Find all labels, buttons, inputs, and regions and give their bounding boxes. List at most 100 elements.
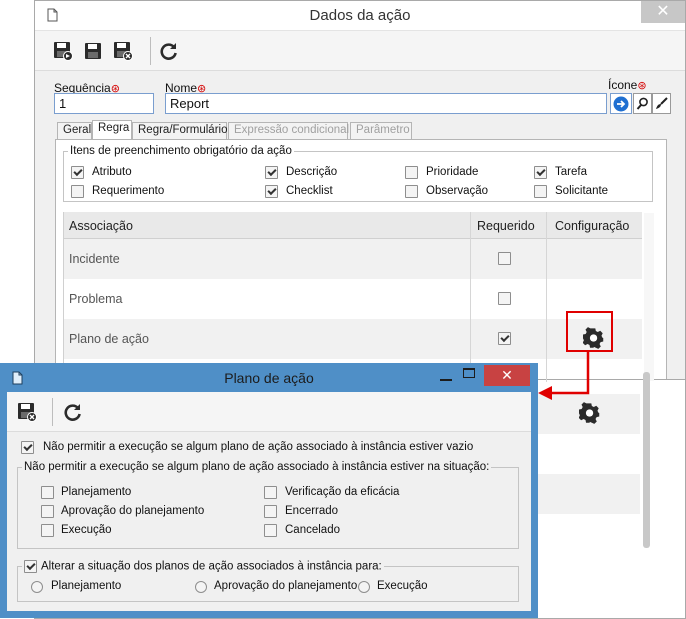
col-configuracao[interactable]: Configuração [555,219,629,233]
popup-toolbar [7,392,531,432]
toolbar-separator [52,398,53,426]
save-icon [85,43,101,59]
radio-label: Aprovação do planejamento [214,580,358,592]
change-situation-checkbox[interactable] [24,560,37,573]
checkbox-label: Atributo [92,166,132,178]
popup-body: Não permitir a execução se algum plano d… [7,392,531,611]
checkbox-label: Prioridade [426,166,479,178]
checkbox-label: Requerimento [92,185,165,197]
icon-label: Ícone⊛ [608,78,647,92]
checkbox-verificacao-eficacia[interactable] [264,486,277,499]
maximize-button[interactable] [463,368,475,378]
change-situation-legend: Alterar a situação dos planos de ação as… [22,560,384,573]
checkbox-aprovacao-planejamento[interactable] [41,505,54,518]
table-row[interactable]: Incidente [64,239,642,279]
required-checkbox[interactable] [498,252,511,265]
brush-icon [656,97,668,109]
checkbox-label: Aprovação do planejamento [61,505,205,517]
checkbox-requerimento[interactable] [71,185,84,198]
icon-clear-button[interactable] [652,93,671,114]
main-close-button[interactable]: ✕ [641,1,685,23]
block-if-empty-label: Não permitir a execução se algum plano d… [43,441,474,453]
col-requerido[interactable]: Requerido [477,219,535,233]
checkbox-observacao[interactable] [405,185,418,198]
radio-label: Execução [377,580,428,592]
icon-search-button[interactable] [633,93,652,114]
save-close-button[interactable] [15,400,39,424]
row-name: Incidente [69,252,120,266]
checkbox-descricao[interactable] [265,166,278,179]
checkbox-label: Cancelado [285,524,340,536]
tab-expressao-condicional: Expressão condicional [228,122,349,139]
minimize-button[interactable] [440,369,452,381]
tab-parametro: Parâmetro [350,122,412,139]
required-checkbox[interactable] [498,332,511,345]
required-checkbox[interactable] [498,292,511,305]
tab-regra-formulario[interactable]: Regra/Formulário [132,122,227,139]
radio-aprovacao-planejamento[interactable] [195,581,207,593]
checkbox-label: Verificação da eficácia [285,486,400,498]
gear-icon [578,402,600,424]
save-new-button[interactable] [51,39,75,63]
sequence-input[interactable]: 1 [54,93,154,114]
grid-scrollbar[interactable] [644,213,654,381]
refresh-button[interactable] [61,400,85,424]
main-toolbar [35,31,685,71]
arrow-right-circle-icon [613,96,629,111]
checkbox-atributo[interactable] [71,166,84,179]
popup-window: Plano de ação ✕ Não permitir a execução … [0,363,538,618]
refresh-icon [64,404,81,421]
row-name: Plano de ação [69,332,149,346]
toolbar-separator [150,37,151,65]
table-row[interactable] [538,474,640,514]
column-divider [470,212,471,382]
radio-planejamento[interactable] [31,581,43,593]
save-close-icon [18,403,37,422]
popup-close-button[interactable]: ✕ [484,365,530,386]
checkbox-tarefa[interactable] [534,166,547,179]
col-associacao[interactable]: Associação [69,219,133,233]
checkbox-label: Solicitante [555,185,609,197]
row-name: Problema [69,292,123,306]
scrollbar-thumb[interactable] [643,372,650,548]
main-titlebar: Dados da ação ✕ [35,1,685,31]
checkbox-label: Encerrado [285,505,339,517]
gear-highlight-box [566,311,613,352]
popup-title: Plano de ação [224,370,314,386]
checkbox-solicitante[interactable] [534,185,547,198]
tab-geral[interactable]: Geral [57,122,92,139]
radio-label: Planejamento [51,580,122,592]
save-close-button[interactable] [111,39,135,63]
table-row[interactable]: Problema [64,279,642,319]
checkbox-cancelado[interactable] [264,524,277,537]
save-new-icon [54,42,73,61]
refresh-icon [160,43,177,60]
name-input[interactable]: Report [165,93,607,114]
configure-button[interactable] [578,402,601,427]
selected-icon-preview[interactable] [610,93,632,114]
magnifier-icon [636,97,648,110]
checkbox-label: Observação [426,185,489,197]
checkbox-label: Execução [61,524,112,536]
checkbox-encerrado[interactable] [264,505,277,518]
checkbox-execucao[interactable] [41,524,54,537]
checkbox-label: Tarefa [555,166,587,178]
checkbox-prioridade[interactable] [405,166,418,179]
checkbox-label: Planejamento [61,486,132,498]
refresh-button[interactable] [157,39,181,63]
popup-titlebar: Plano de ação ✕ [0,363,538,392]
callout-arrow [538,351,590,400]
checkbox-label: Descrição [286,166,338,178]
required-icon: ⊛ [637,80,647,92]
checkbox-label: Checklist [286,185,333,197]
block-if-empty-checkbox[interactable] [21,441,34,454]
radio-execucao[interactable] [358,581,370,593]
checkbox-checklist[interactable] [265,185,278,198]
tab-regra[interactable]: Regra [92,120,132,139]
required-items-legend: Itens de preenchimento obrigatório da aç… [70,145,292,157]
save-close-icon [114,42,133,61]
checkbox-planejamento[interactable] [41,486,54,499]
block-situation-legend: Não permitir a execução se algum plano d… [24,461,490,473]
main-window-title: Dados da ação [309,7,411,24]
save-button[interactable] [81,39,105,63]
